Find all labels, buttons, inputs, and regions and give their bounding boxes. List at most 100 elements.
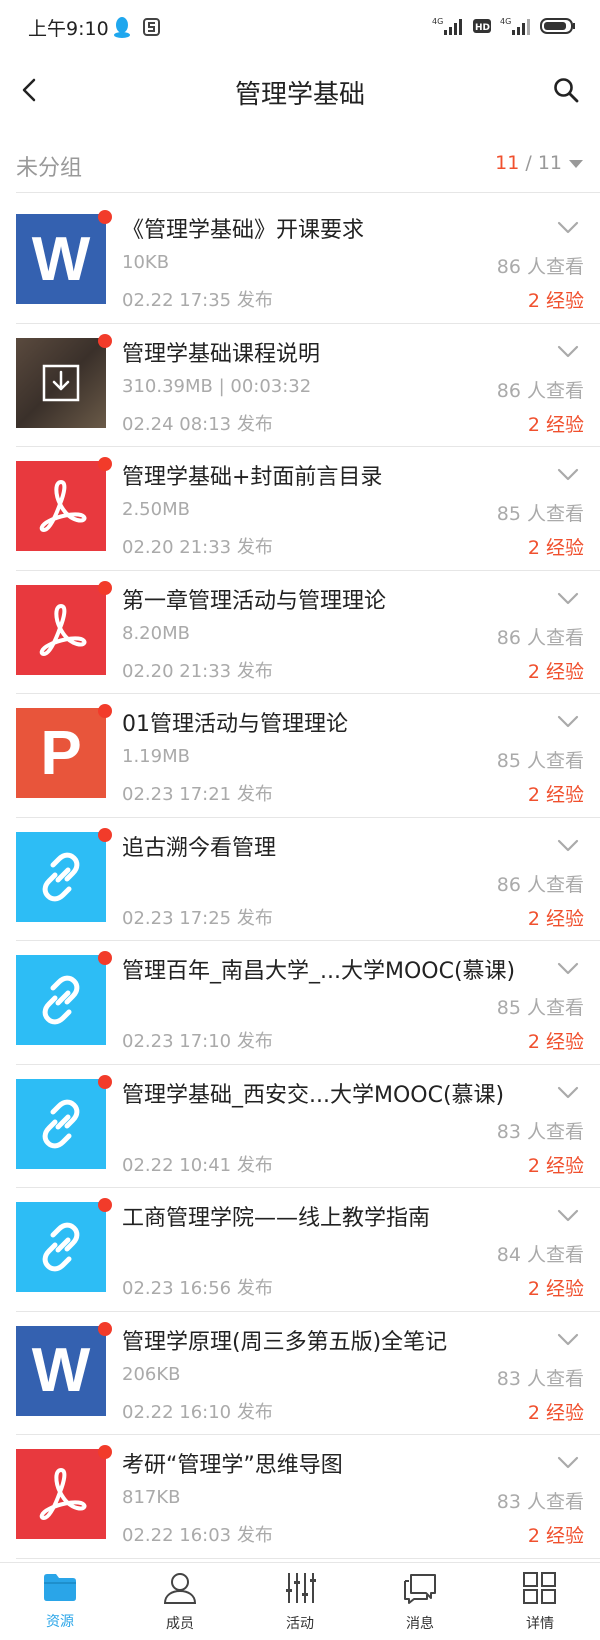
signal-icon: 4G (432, 16, 464, 40)
nav-item-4[interactable]: 详情 (480, 1563, 600, 1640)
video-download-icon (16, 337, 106, 428)
item-title: 管理百年_南昌大学_...大学MOOC(慕课) (122, 959, 516, 984)
item-views: 86 人查看 (496, 626, 584, 649)
chevron-down-icon[interactable] (554, 708, 582, 736)
chat-icon (401, 1571, 439, 1609)
item-exp: 2 经验 (527, 537, 584, 559)
item-views: 84 人查看 (496, 1244, 584, 1266)
item-exp: 2 经验 (527, 1525, 584, 1547)
item-exp: 2 经验 (527, 413, 584, 436)
word-doc-icon: W (16, 214, 106, 304)
pdf-doc-icon (16, 1449, 106, 1539)
item-views: 83 人查看 (496, 1120, 584, 1143)
thumb-letter: W (31, 224, 91, 294)
list-item[interactable]: 追古溯今看管理 02.23 17:25 发布 86 人查看 2 经验 (0, 818, 600, 941)
chevron-down-icon[interactable] (554, 832, 582, 860)
nav-item-0[interactable]: 资源 (0, 1563, 120, 1640)
divider (16, 1557, 600, 1559)
nav-item-2[interactable]: 活动 (240, 1563, 360, 1640)
item-date: 02.22 10:41 发布 (122, 1154, 273, 1176)
nav-item-1[interactable]: 成员 (120, 1563, 240, 1640)
hd-icon: HD (472, 17, 492, 39)
chevron-down-icon[interactable] (554, 214, 582, 242)
search-icon (552, 76, 580, 108)
unread-dot (98, 333, 112, 348)
chevron-down-icon[interactable] (554, 955, 582, 983)
nav-label: 消息 (406, 1616, 434, 1632)
link-icon (16, 955, 106, 1045)
sliders-icon (282, 1571, 318, 1609)
item-size: 10KB (122, 252, 170, 273)
link-icon (16, 1078, 106, 1169)
list-item[interactable]: W 管理学原理(周三多第五版)全笔记 206KB 02.22 16:10 发布 83 人… (0, 1312, 600, 1435)
item-title: 《管理学基础》开课要求 (122, 218, 365, 243)
item-views: 85 人查看 (496, 750, 584, 772)
notification-icons (112, 16, 162, 42)
item-exp: 2 经验 (527, 1278, 584, 1300)
item-views: 83 人查看 (496, 1491, 584, 1513)
bottom-nav: 资源 成员 活动 消息 详情 (0, 1562, 600, 1640)
item-title: 01管理活动与管理理论 (122, 712, 348, 737)
thumb-letter: W (31, 1336, 91, 1405)
status-bar: 上午9:10 4G HD 4G (0, 0, 600, 58)
signal-icon-2: 4G (500, 16, 532, 40)
chevron-down-icon[interactable] (554, 1326, 582, 1354)
link-icon (16, 831, 106, 922)
item-exp: 2 经验 (527, 290, 584, 312)
item-exp: 2 经验 (527, 907, 584, 930)
group-count-dropdown[interactable]: 11 / 11 (495, 152, 584, 174)
list-item[interactable]: P 01管理活动与管理理论 1.19MB 02.23 17:21 发布 85 人查看 2 … (0, 694, 600, 818)
nav-label: 成员 (166, 1616, 194, 1632)
item-title: 第一章管理活动与管理理论 (122, 588, 387, 614)
grid-icon (522, 1571, 558, 1609)
item-views: 85 人查看 (496, 997, 584, 1019)
chevron-down-icon[interactable] (554, 338, 582, 366)
item-title: 管理学基础课程说明 (122, 341, 321, 367)
item-date: 02.20 21:33 发布 (122, 660, 273, 682)
list-item[interactable]: 第一章管理活动与管理理论 8.20MB 02.20 21:33 发布 86 人查看 2 … (0, 571, 600, 694)
item-size: 817KB (122, 1487, 181, 1508)
item-date: 02.22 16:03 发布 (122, 1525, 273, 1546)
item-views: 86 人查看 (496, 873, 584, 896)
chevron-down-icon[interactable] (554, 1202, 582, 1230)
chevron-down-icon[interactable] (554, 1449, 582, 1477)
item-exp: 2 经验 (527, 660, 584, 683)
list-item[interactable]: 工商管理学院——线上教学指南 02.23 16:56 发布 84 人查看 2 经验 (0, 1188, 600, 1312)
unread-dot (98, 1445, 112, 1459)
nav-item-3[interactable]: 消息 (360, 1563, 480, 1640)
ppt-doc-icon: P (16, 708, 106, 798)
list-item[interactable]: 管理学基础+封面前言目录 2.50MB 02.20 21:33 发布 85 人查看 2 … (0, 447, 600, 571)
item-views: 85 人查看 (496, 503, 584, 525)
item-size: 310.39MB | 00:03:32 (122, 375, 312, 397)
nav-label: 资源 (46, 1614, 74, 1630)
count-separator: / (519, 152, 538, 174)
unread-dot (98, 457, 112, 471)
search-button[interactable] (546, 72, 586, 112)
caret-down-icon (568, 152, 584, 174)
list-item[interactable]: 管理学基础_西安交...大学MOOC(慕课) 02.22 10:41 发布 83 人… (0, 1065, 600, 1188)
count-current: 11 (495, 152, 520, 174)
item-views: 86 人查看 (496, 379, 584, 402)
word-doc-icon: W (16, 1325, 106, 1416)
pdf-doc-icon (16, 584, 106, 675)
item-size: 206KB (122, 1363, 181, 1385)
item-title: 管理学原理(周三多第五版)全笔记 (122, 1329, 448, 1355)
item-exp: 2 经验 (527, 784, 584, 806)
list-item[interactable]: 管理百年_南昌大学_...大学MOOC(慕课) 02.23 17:10 发布 85 … (0, 941, 600, 1065)
list-item[interactable]: W 《管理学基础》开课要求 10KB 02.22 17:35 发布 86 人查看 2 经验 (0, 200, 600, 324)
unread-dot (98, 580, 112, 595)
item-date: 02.23 16:56 发布 (122, 1278, 273, 1299)
chevron-down-icon[interactable] (554, 585, 582, 613)
nav-label: 详情 (526, 1616, 554, 1632)
chevron-down-icon[interactable] (554, 461, 582, 489)
unread-dot (98, 210, 112, 224)
list-item[interactable]: 考研“管理学”思维导图 817KB 02.22 16:03 发布 83 人查看 2 经验 (0, 1435, 600, 1559)
item-size: 8.20MB (122, 622, 190, 644)
chevron-down-icon[interactable] (554, 1079, 582, 1107)
item-date: 02.23 17:10 发布 (122, 1031, 273, 1052)
svg-text:HD: HD (475, 23, 490, 33)
qq-penguin-icon (112, 16, 132, 42)
list-item[interactable]: 管理学基础课程说明 310.39MB | 00:03:32 02.24 08:13 … (0, 324, 600, 447)
divider (16, 192, 600, 193)
unread-dot (98, 704, 112, 718)
